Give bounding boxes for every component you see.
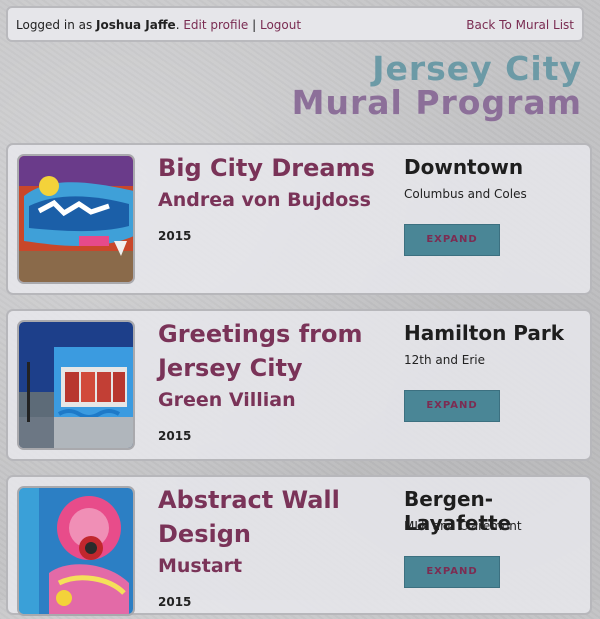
back-to-mural-list-link[interactable]: Back To Mural List [466,18,574,32]
username: Joshua Jaffe [96,18,176,32]
mural-neighborhood: Hamilton Park [404,321,565,345]
mural-title[interactable]: Greetings from Jersey City Green Villian… [158,317,388,453]
mural-location: Columbus and Coles [404,187,527,201]
site-logo[interactable]: Jersey City Mural Program [292,52,582,120]
logo-line-1: Jersey City [372,49,582,88]
mural-neighborhood: Downtown [404,155,524,179]
mural-title-text: Greetings from Jersey City [158,320,363,382]
top-bar: Logged in as Joshua Jaffe. Edit profile … [6,6,584,42]
expand-button[interactable]: EXPAND [404,390,500,422]
mural-title[interactable]: Big City Dreams Andrea von Bujdoss 2015 [158,151,388,253]
login-status: Logged in as Joshua Jaffe. Edit profile … [16,18,301,32]
logout-link[interactable]: Logout [260,18,301,32]
mural-location: 12th and Erie [404,353,486,367]
mural-thumbnail[interactable] [17,320,135,450]
mural-card: Big City Dreams Andrea von Bujdoss 2015 … [6,143,592,295]
mural-artist: Green Villian [158,389,296,411]
mural-location: MLK and Claremont [404,519,522,533]
logo-line-2: Mural Program [291,83,582,122]
edit-profile-link[interactable]: Edit profile [183,18,248,32]
mural-artist: Mustart [158,555,243,577]
mural-card: Abstract Wall Design Mustart 2015 Bergen… [6,475,592,616]
mural-year: 2015 [158,429,192,443]
mural-title[interactable]: Abstract Wall Design Mustart 2015 [158,483,388,619]
logged-in-prefix: Logged in as [16,18,97,32]
mural-card: Greetings from Jersey City Green Villian… [6,309,592,461]
mural-year: 2015 [158,595,192,609]
period: . [175,18,180,32]
mural-title-text: Abstract Wall Design [158,486,340,548]
mural-year: 2015 [158,229,192,243]
expand-button[interactable]: EXPAND [404,224,500,256]
mural-thumbnail[interactable] [17,154,135,284]
mural-title-text: Big City Dreams [158,154,375,182]
mural-artist: Andrea von Bujdoss [158,189,371,211]
link-separator: | [248,18,260,32]
mural-thumbnail[interactable] [17,486,135,616]
expand-button[interactable]: EXPAND [404,556,500,588]
